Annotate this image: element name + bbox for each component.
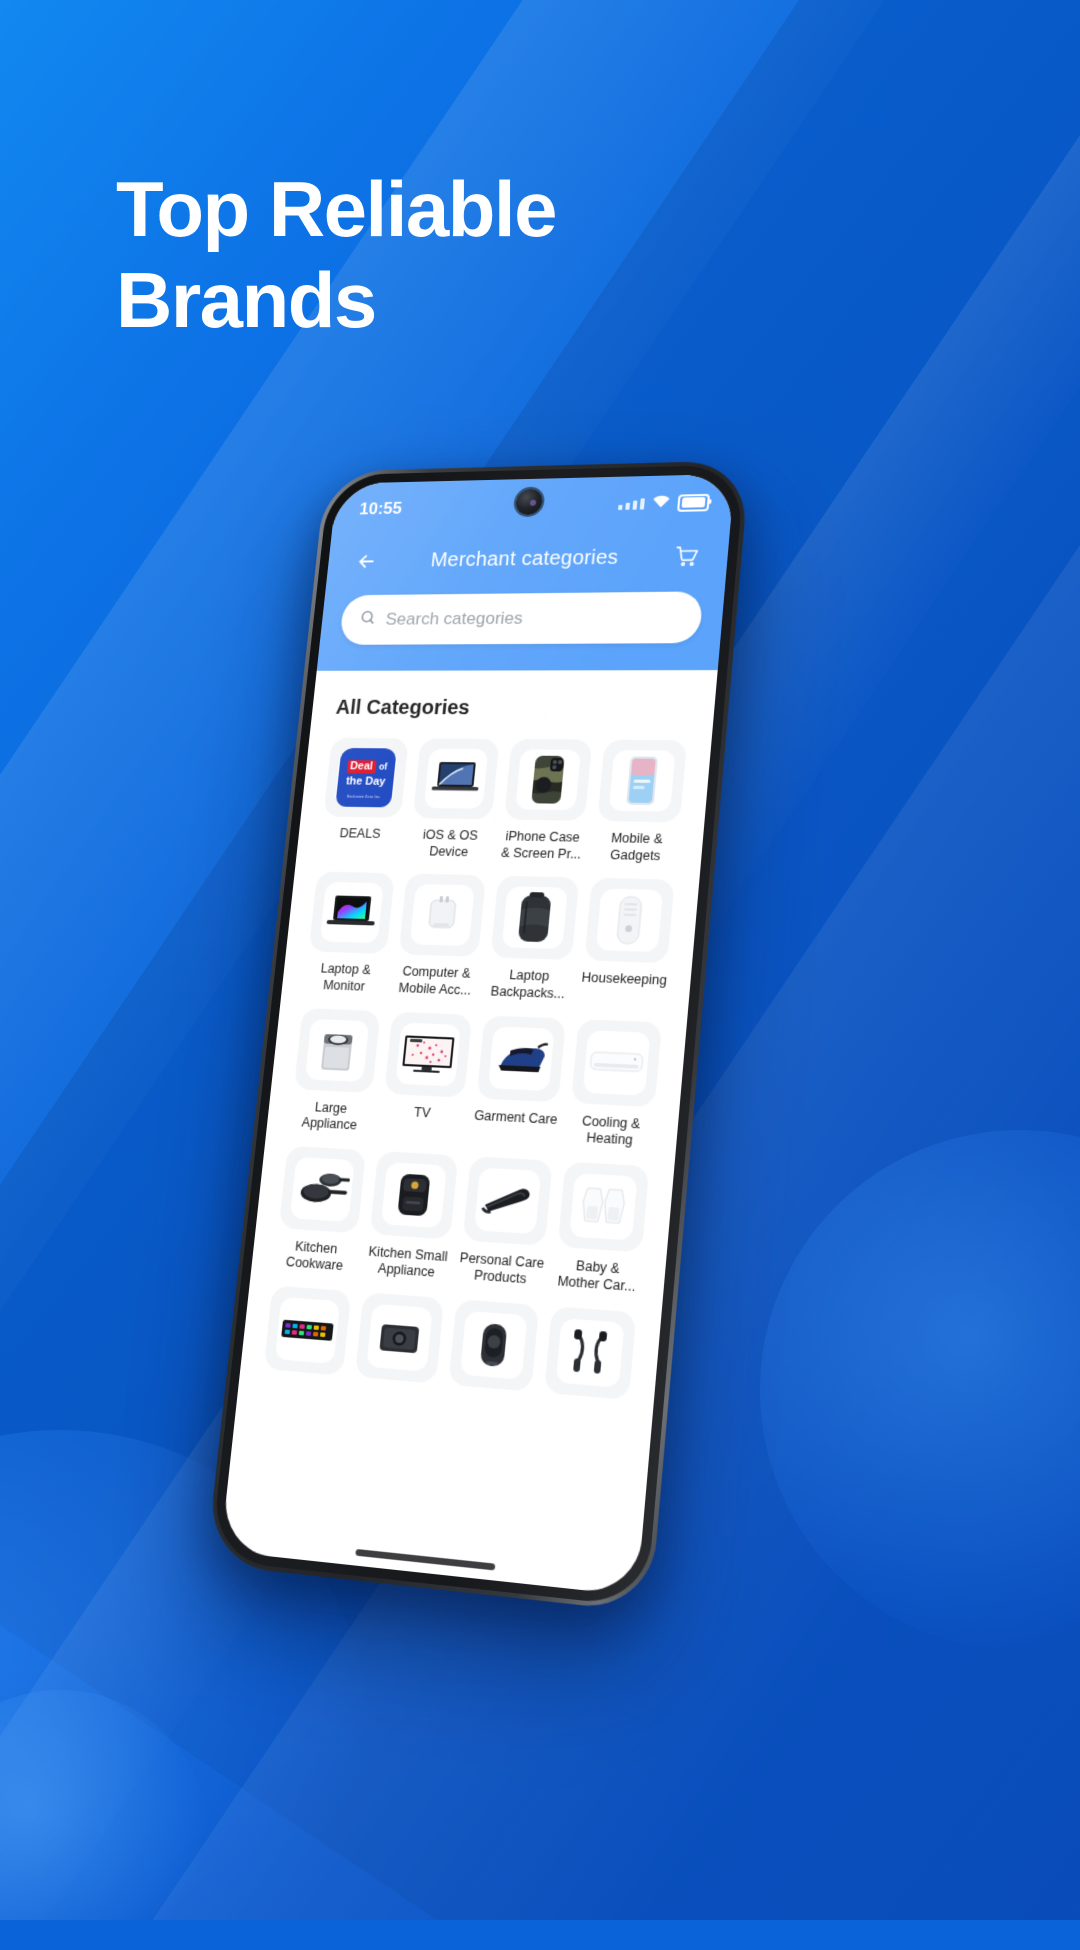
- speaker-icon: [459, 1310, 528, 1380]
- category-tile[interactable]: [448, 1299, 540, 1392]
- front-camera-icon: [514, 488, 544, 516]
- category-item[interactable]: Baby & Mother Car...: [552, 1161, 650, 1297]
- page-title: Top Reliable Brands: [116, 164, 816, 347]
- headline-line-2: Brands: [116, 256, 377, 345]
- search-section: Search categories: [317, 587, 725, 671]
- category-label: Mobile & Gadgets: [609, 830, 664, 863]
- app-header: 10:55 Merchant categories Search categor…: [316, 473, 735, 671]
- category-item[interactable]: Cooling & Heating: [566, 1018, 663, 1151]
- category-item[interactable]: Deal of the Day Exclusive Zero Inc. DEALS: [318, 737, 410, 859]
- category-item[interactable]: Mobile & Gadgets: [592, 739, 688, 865]
- category-item[interactable]: Garment Care: [471, 1014, 567, 1146]
- nav-title: Merchant categories: [429, 545, 620, 571]
- navigation-bar: Merchant categories: [325, 525, 730, 591]
- category-tile[interactable]: [490, 875, 580, 961]
- shopping-cart-icon[interactable]: [667, 539, 706, 574]
- cookware-icon: [289, 1156, 355, 1222]
- signal-dots-icon: [618, 497, 645, 510]
- status-time: 10:55: [358, 498, 403, 519]
- headline-line-1: Top Reliable: [116, 165, 557, 253]
- air-conditioner-icon: [582, 1029, 651, 1096]
- back-arrow-icon[interactable]: [348, 544, 385, 578]
- earphones-icon: [555, 1318, 625, 1388]
- breast-pump-icon: [569, 1172, 638, 1241]
- search-icon: [358, 609, 377, 631]
- category-tile[interactable]: [503, 739, 593, 821]
- category-item[interactable]: Laptop Backpacks...: [485, 875, 580, 1003]
- projector-icon: [366, 1303, 433, 1372]
- deal-of-the-day-icon: Deal of the Day Exclusive Zero Inc.: [334, 747, 398, 808]
- air-fryer-icon: [380, 1161, 447, 1228]
- battery-icon: [677, 493, 711, 512]
- category-tile[interactable]: [571, 1018, 663, 1107]
- category-tile[interactable]: [263, 1285, 352, 1376]
- category-label: Kitchen Small Appliance: [367, 1243, 449, 1281]
- iron-icon: [488, 1025, 555, 1091]
- category-tile[interactable]: [476, 1014, 567, 1102]
- category-tile[interactable]: [278, 1145, 367, 1234]
- category-item[interactable]: [262, 1285, 353, 1385]
- category-tile[interactable]: [557, 1161, 650, 1253]
- phone-mockup: 10:55 Merchant categories Search categor…: [205, 430, 858, 1950]
- section-title: All Categories: [334, 696, 471, 720]
- category-label: Garment Care: [473, 1107, 559, 1127]
- status-bar: 10:55: [332, 474, 735, 533]
- category-tile[interactable]: [293, 1007, 381, 1093]
- category-label: iPhone Case & Screen Pr...: [500, 828, 582, 862]
- category-item[interactable]: Laptop & Monitor: [303, 871, 396, 996]
- category-item[interactable]: Computer & Mobile Acc...: [393, 873, 487, 1000]
- category-tile[interactable]: Deal of the Day Exclusive Zero Inc.: [323, 737, 409, 818]
- category-tile[interactable]: [597, 739, 688, 823]
- backpack-icon: [501, 886, 568, 950]
- washing-machine-icon: [304, 1018, 370, 1082]
- hair-straightener-icon: [474, 1167, 542, 1234]
- category-tile[interactable]: [462, 1155, 553, 1246]
- category-item[interactable]: [542, 1306, 638, 1410]
- category-tile[interactable]: [543, 1306, 637, 1400]
- search-input[interactable]: Search categories: [385, 608, 524, 629]
- charger-icon: [409, 884, 475, 947]
- category-item[interactable]: Personal Care Products: [457, 1155, 554, 1290]
- category-label: iOS & OS Device: [422, 827, 479, 859]
- air-purifier-icon: [595, 888, 664, 953]
- deal-of-the-day-icon: Deal of the Day Exclusive Zero Inc.: [335, 747, 397, 808]
- category-label: Baby & Mother Car...: [556, 1257, 637, 1295]
- category-label: Large Appliance: [301, 1099, 358, 1133]
- category-tile[interactable]: [584, 878, 675, 964]
- category-label: Housekeeping: [580, 970, 668, 989]
- categories-sheet: All Categories Deal of the Day Exclusive Z…: [238, 670, 718, 1424]
- gaming-laptop-icon: [319, 882, 384, 944]
- category-label: Cooling & Heating: [581, 1112, 641, 1148]
- category-label: Personal Care Products: [459, 1249, 545, 1287]
- laptop-icon: [423, 748, 489, 809]
- category-item[interactable]: iOS & OS Device: [407, 738, 500, 861]
- category-tile[interactable]: [384, 1011, 473, 1098]
- smartphone-icon: [608, 750, 676, 812]
- category-item[interactable]: Housekeeping: [579, 878, 676, 1007]
- category-item[interactable]: iPhone Case & Screen Pr...: [499, 739, 594, 863]
- category-label: TV: [413, 1104, 432, 1121]
- television-icon: [395, 1022, 461, 1086]
